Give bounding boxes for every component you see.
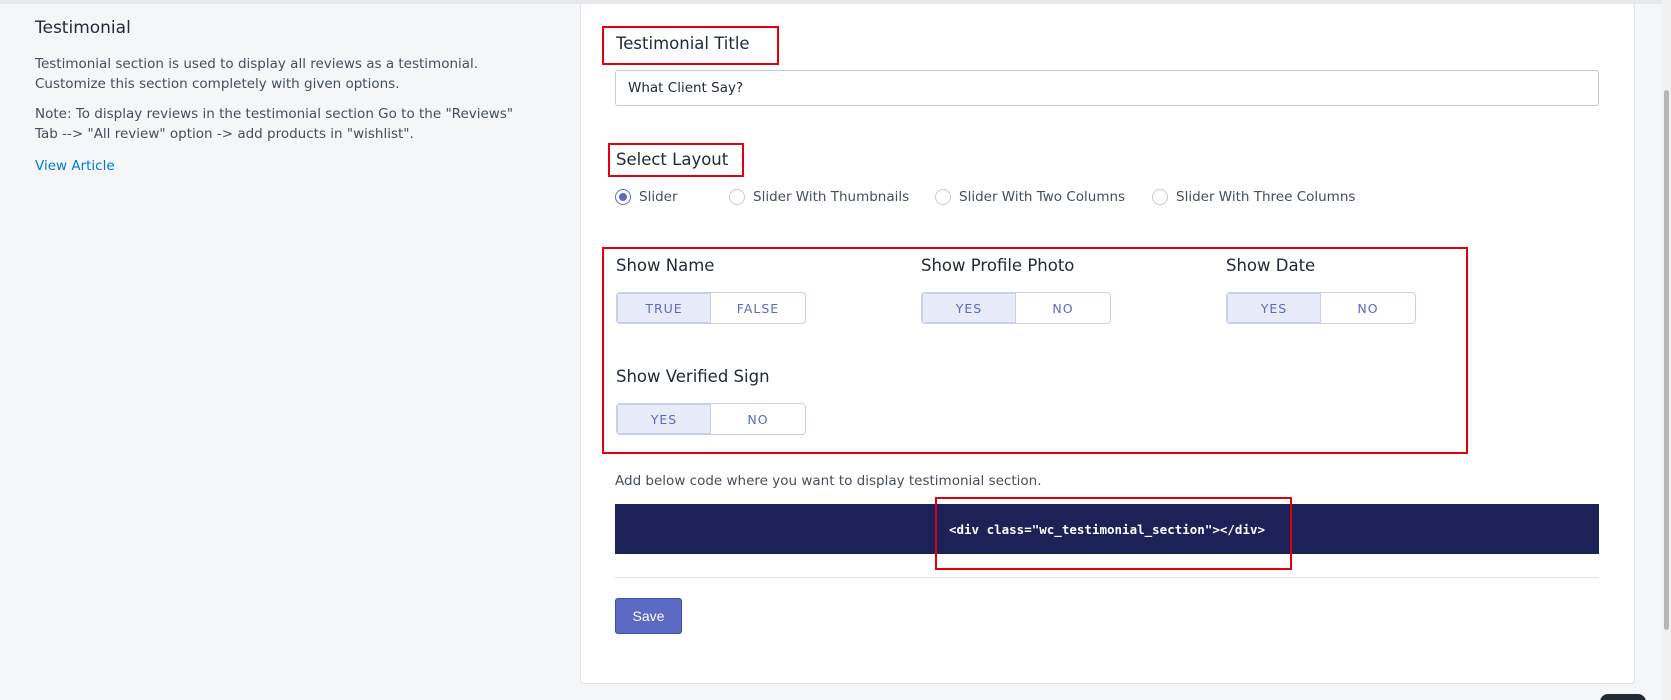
code-snippet: <div class="wc_testimonial_section"></di… (948, 521, 1266, 537)
layout-option-label: Slider (639, 189, 678, 205)
layout-option-label: Slider With Thumbnails (753, 189, 910, 205)
show-profile-photo-toggle: YES NO (921, 292, 1111, 324)
section-note: Note: To display reviews in the testimon… (35, 106, 514, 142)
show-profile-photo-no-button[interactable]: NO (1016, 293, 1110, 323)
show-name-toggle: TRUE FALSE (616, 292, 806, 324)
show-date-no-button[interactable]: NO (1321, 293, 1415, 323)
section-title: Testimonial (35, 18, 131, 38)
testimonial-title-input[interactable] (615, 70, 1599, 106)
layout-option-slider-thumbnails[interactable]: Slider With Thumbnails (729, 189, 909, 205)
layout-option-two-columns[interactable]: Slider With Two Columns (935, 189, 1125, 205)
radio-selected-icon[interactable] (615, 189, 631, 205)
section-description: Testimonial section is used to display a… (35, 56, 479, 92)
section-info-panel: Testimonial Testimonial section is used … (35, 18, 535, 174)
chat-widget-tab[interactable] (1600, 694, 1646, 700)
layout-radio-group: Slider Slider With Thumbnails Slider Wit… (615, 189, 1615, 209)
show-name-false-button[interactable]: FALSE (711, 293, 805, 323)
layout-option-label: Slider With Two Columns (959, 189, 1126, 205)
show-name-true-button[interactable]: TRUE (617, 293, 711, 323)
scrollbar-thumb[interactable] (1664, 90, 1669, 630)
layout-option-label: Slider With Three Columns (1176, 189, 1356, 205)
select-layout-label: Select Layout (616, 150, 729, 169)
show-date-label: Show Date (1226, 256, 1316, 275)
show-verified-sign-toggle: YES NO (616, 403, 806, 435)
show-date-yes-button[interactable]: YES (1227, 293, 1321, 323)
view-article-link[interactable]: View Article (35, 158, 115, 174)
show-profile-photo-yes-button[interactable]: YES (922, 293, 1016, 323)
show-verified-sign-yes-button[interactable]: YES (617, 404, 711, 434)
show-date-toggle: YES NO (1226, 292, 1416, 324)
code-hint-text: Add below code where you want to display… (615, 473, 1042, 489)
layout-option-three-columns[interactable]: Slider With Three Columns (1152, 189, 1355, 205)
radio-unselected-icon[interactable] (1152, 189, 1168, 205)
show-verified-sign-no-button[interactable]: NO (711, 404, 805, 434)
settings-card (580, 4, 1635, 684)
layout-option-slider[interactable]: Slider (615, 189, 678, 205)
show-profile-photo-label: Show Profile Photo (921, 256, 1075, 275)
code-snippet-box: <div class="wc_testimonial_section"></di… (615, 504, 1599, 554)
show-name-label: Show Name (616, 256, 715, 275)
radio-unselected-icon[interactable] (935, 189, 951, 205)
testimonial-title-label: Testimonial Title (616, 34, 750, 53)
save-button[interactable]: Save (615, 598, 682, 634)
show-verified-sign-label: Show Verified Sign (616, 367, 770, 386)
divider (615, 577, 1599, 578)
radio-unselected-icon[interactable] (729, 189, 745, 205)
